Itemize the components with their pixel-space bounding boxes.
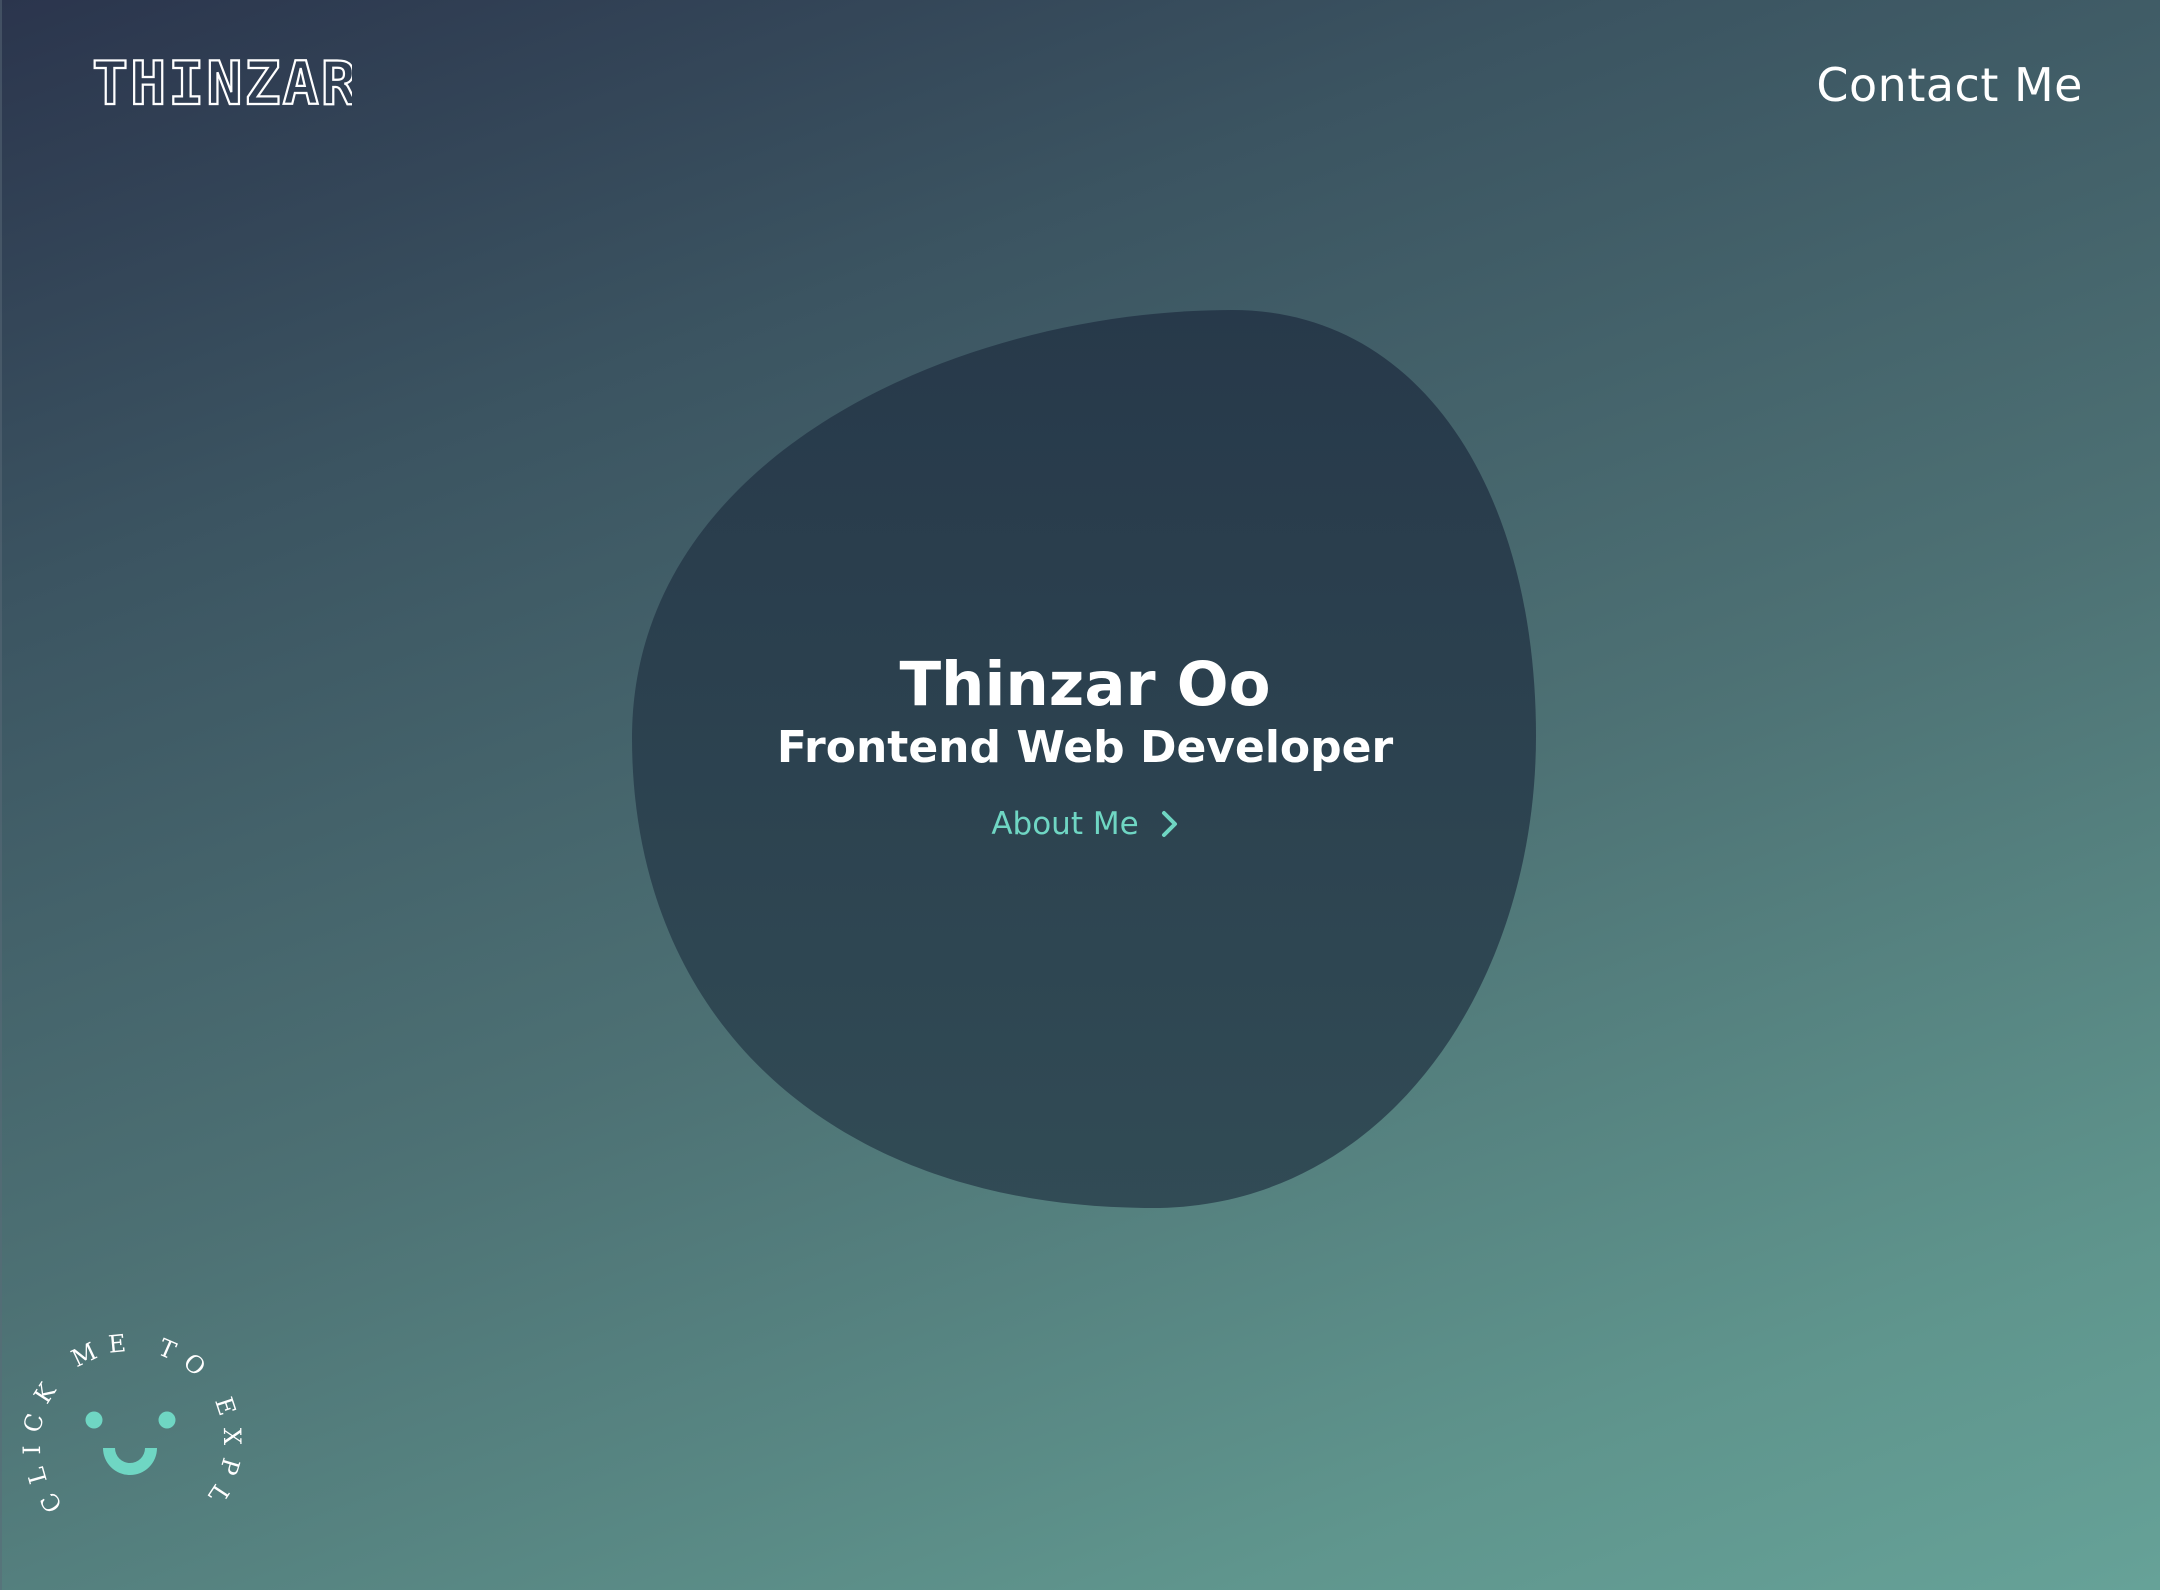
chevron-right-icon <box>1161 811 1177 837</box>
logo-text: THINZAR <box>92 54 352 112</box>
about-me-link[interactable]: About Me <box>991 806 1178 842</box>
explore-badge[interactable]: CLICK ME TO EXPLORE! <box>0 1303 252 1565</box>
window-edge <box>0 0 2 1590</box>
hero-role: Frontend Web Developer <box>776 722 1394 773</box>
hero-section: Thinzar Oo Frontend Web Developer About … <box>632 649 1538 843</box>
contact-me-link[interactable]: Contact Me <box>1816 58 2083 112</box>
about-me-label: About Me <box>991 806 1139 842</box>
smiley-icon <box>85 1411 176 1475</box>
site-logo[interactable]: THINZAR <box>91 48 358 120</box>
badge-circular-text: CLICK ME TO EXPLORE! <box>12 1325 246 1518</box>
hero-name: Thinzar Oo <box>899 649 1271 720</box>
